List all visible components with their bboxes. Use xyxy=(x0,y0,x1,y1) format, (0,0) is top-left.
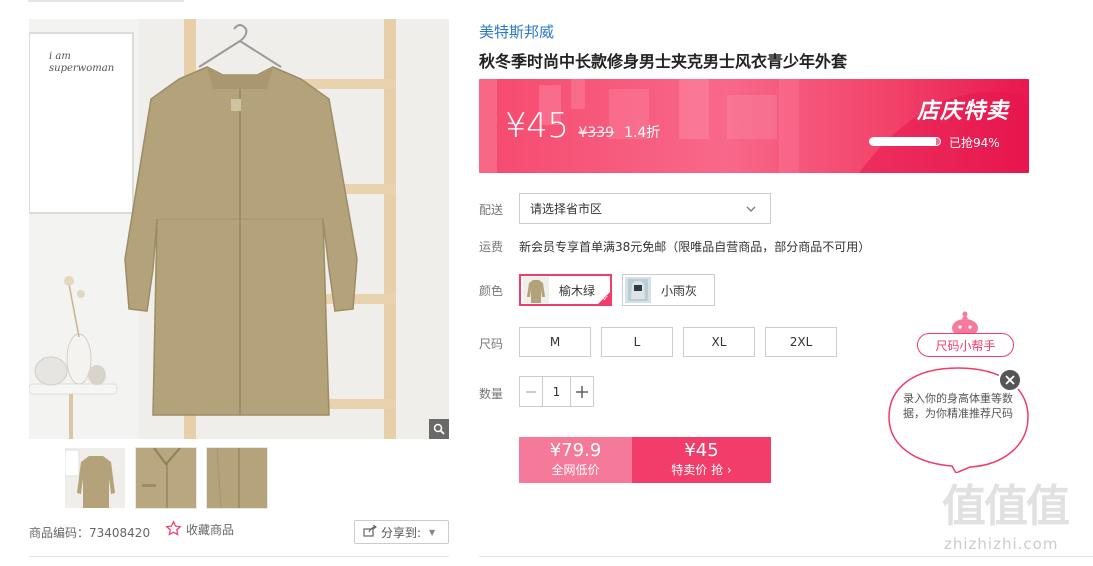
coat-photo: i am superwoman xyxy=(29,19,449,439)
thumbnail-2[interactable] xyxy=(135,447,197,509)
quantity-value[interactable]: 1 xyxy=(542,377,571,406)
market-price: ¥79.9 xyxy=(549,440,602,461)
shipping-fee-text: 新会员专享首单满38元免邮（限唯品自营商品，部分商品不可用） xyxy=(519,240,871,254)
wall-art-line2: superwoman xyxy=(49,63,114,74)
promo-current-price: ¥45 xyxy=(505,106,569,146)
sale-price: ¥45 xyxy=(684,440,719,461)
increase-quantity-button[interactable] xyxy=(571,377,593,406)
thumbnail-strip xyxy=(64,447,268,509)
sale-price-label: 特卖价 抢 › xyxy=(671,463,732,477)
size-option-xl[interactable]: XL xyxy=(683,327,755,357)
size-option-l[interactable]: L xyxy=(601,327,673,357)
color-swatch-image xyxy=(625,277,651,303)
shipping-fee-label: 运费 xyxy=(479,240,504,254)
promo-banner: ¥45 ¥339 1.4折 店庆特卖 已抢94% xyxy=(479,79,1029,173)
sold-progress-text: 已抢94% xyxy=(949,136,1000,150)
wall-art-line1: i am xyxy=(49,51,71,62)
color-option-light-grey[interactable]: 小雨灰 xyxy=(622,274,715,306)
divider xyxy=(29,556,449,557)
delivery-region-placeholder: 请选择省市区 xyxy=(530,202,603,216)
sold-progress-fill xyxy=(870,138,936,145)
color-option-elm-green[interactable]: 榆木绿 ✓ xyxy=(519,274,612,306)
promo-original-price: ¥339 xyxy=(578,125,615,141)
thumbnail-1[interactable] xyxy=(64,447,126,509)
color-label: 颜色 xyxy=(479,284,504,298)
sku-code: 商品编码：73408420 xyxy=(29,526,151,540)
divider xyxy=(479,556,1093,557)
market-price-button[interactable]: ¥79.9 全网低价 xyxy=(519,437,632,483)
quantity-stepper: 1 xyxy=(519,376,594,407)
watermark-url: zhizhizhi.com xyxy=(944,535,1059,553)
brand-link[interactable]: 美特斯邦威 xyxy=(479,21,554,42)
product-title: 秋冬季时尚中长款修身男士夹克男士风衣青少年外套 xyxy=(479,52,848,71)
product-meta-row: 商品编码：73408420 收藏商品 分享到: ▼ xyxy=(29,520,449,544)
share-label: 分享到: xyxy=(381,525,422,540)
promo-discount: 1.4折 xyxy=(624,125,661,141)
color-option-label: 榆木绿 xyxy=(559,283,596,298)
size-option-m[interactable]: M xyxy=(519,327,591,357)
thumbnail-3[interactable] xyxy=(206,447,268,509)
delivery-label: 配送 xyxy=(479,203,504,217)
close-icon[interactable] xyxy=(998,368,1022,392)
share-button[interactable]: 分享到: ▼ xyxy=(354,520,449,544)
main-product-image[interactable]: i am superwoman xyxy=(29,19,449,439)
caret-down-icon: ▼ xyxy=(429,527,436,537)
minus-icon xyxy=(526,390,536,393)
size-option-2xl[interactable]: 2XL xyxy=(765,327,837,357)
favorite-label: 收藏商品 xyxy=(186,523,235,537)
chevron-down-icon xyxy=(746,203,756,217)
watermark-logo: 值值值 xyxy=(942,481,1070,532)
quantity-label: 数量 xyxy=(479,387,504,401)
promo-event-badge: 店庆特卖 xyxy=(917,99,1010,124)
share-icon xyxy=(363,524,378,540)
size-label: 尺码 xyxy=(479,337,504,351)
favorite-button[interactable]: 收藏商品 xyxy=(165,520,234,540)
star-icon xyxy=(165,520,182,540)
zoom-icon[interactable] xyxy=(429,419,449,439)
buy-now-button[interactable]: ¥45 特卖价 抢 › xyxy=(632,437,771,483)
size-helper-message: 录入你的身高体重等数据，为你精准推荐尺码 xyxy=(903,392,1013,420)
market-price-label: 全网低价 xyxy=(551,463,600,477)
decrease-quantity-button[interactable] xyxy=(520,377,542,406)
size-helper-tag[interactable]: 尺码小帮手 xyxy=(917,333,1014,357)
delivery-region-select[interactable]: 请选择省市区 xyxy=(519,193,771,224)
color-option-label: 小雨灰 xyxy=(661,283,698,298)
promo-price-group: ¥45 ¥339 1.4折 xyxy=(505,106,660,146)
watermark: 值值值 zhizhizhi.com xyxy=(942,480,1087,553)
color-swatch-image xyxy=(523,277,549,303)
gallery-top-tab xyxy=(28,0,184,2)
sold-progress-bar xyxy=(869,137,941,146)
plus-icon xyxy=(576,385,588,398)
check-icon: ✓ xyxy=(602,294,609,303)
